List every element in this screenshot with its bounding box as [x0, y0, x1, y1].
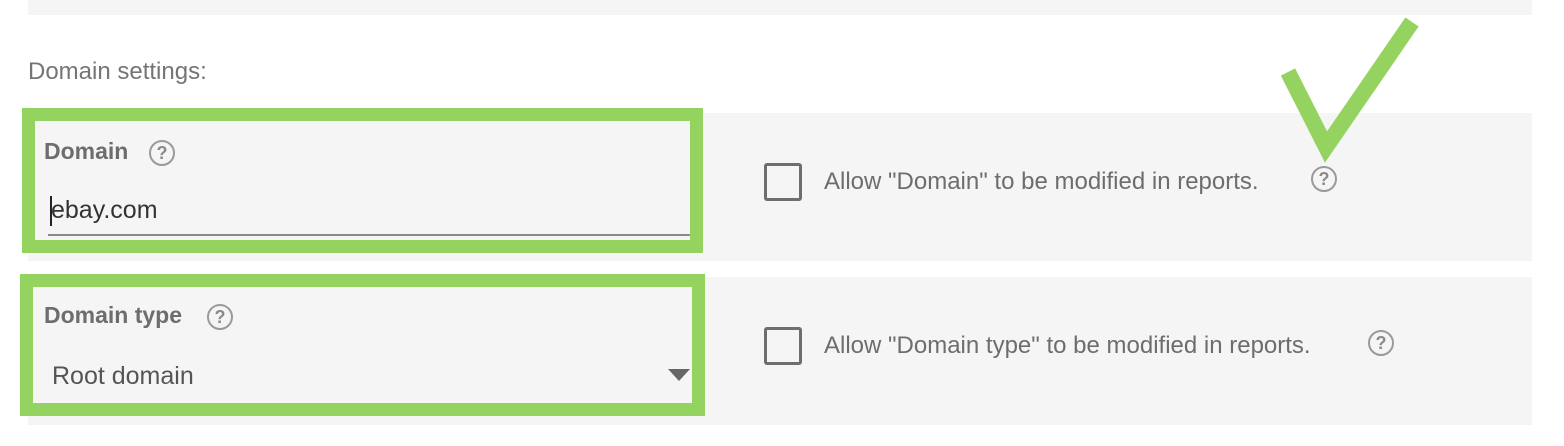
domain-field[interactable]	[48, 186, 702, 236]
previous-section-strip	[28, 0, 1532, 15]
domain-type-label: Domain type	[44, 302, 183, 328]
text-caret	[50, 196, 52, 226]
help-circle-icon[interactable]: ?	[207, 304, 233, 330]
dropdown-arrow-icon[interactable]	[668, 369, 690, 381]
help-circle-icon[interactable]: ?	[1311, 166, 1337, 192]
domain-label: Domain	[44, 138, 129, 164]
allow-domain-modify-label: Allow "Domain" to be modified in reports…	[824, 168, 1259, 195]
section-title: Domain settings:	[28, 58, 207, 85]
domain-input[interactable]	[48, 186, 702, 234]
help-circle-icon[interactable]: ?	[149, 140, 175, 166]
domain-type-select[interactable]: Root domain	[52, 362, 194, 391]
allow-domain-type-modify-label: Allow "Domain type" to be modified in re…	[824, 332, 1311, 359]
help-circle-icon[interactable]: ?	[1368, 330, 1394, 356]
allow-domain-modify-checkbox[interactable]	[764, 163, 802, 201]
allow-domain-type-modify-checkbox[interactable]	[764, 327, 802, 365]
